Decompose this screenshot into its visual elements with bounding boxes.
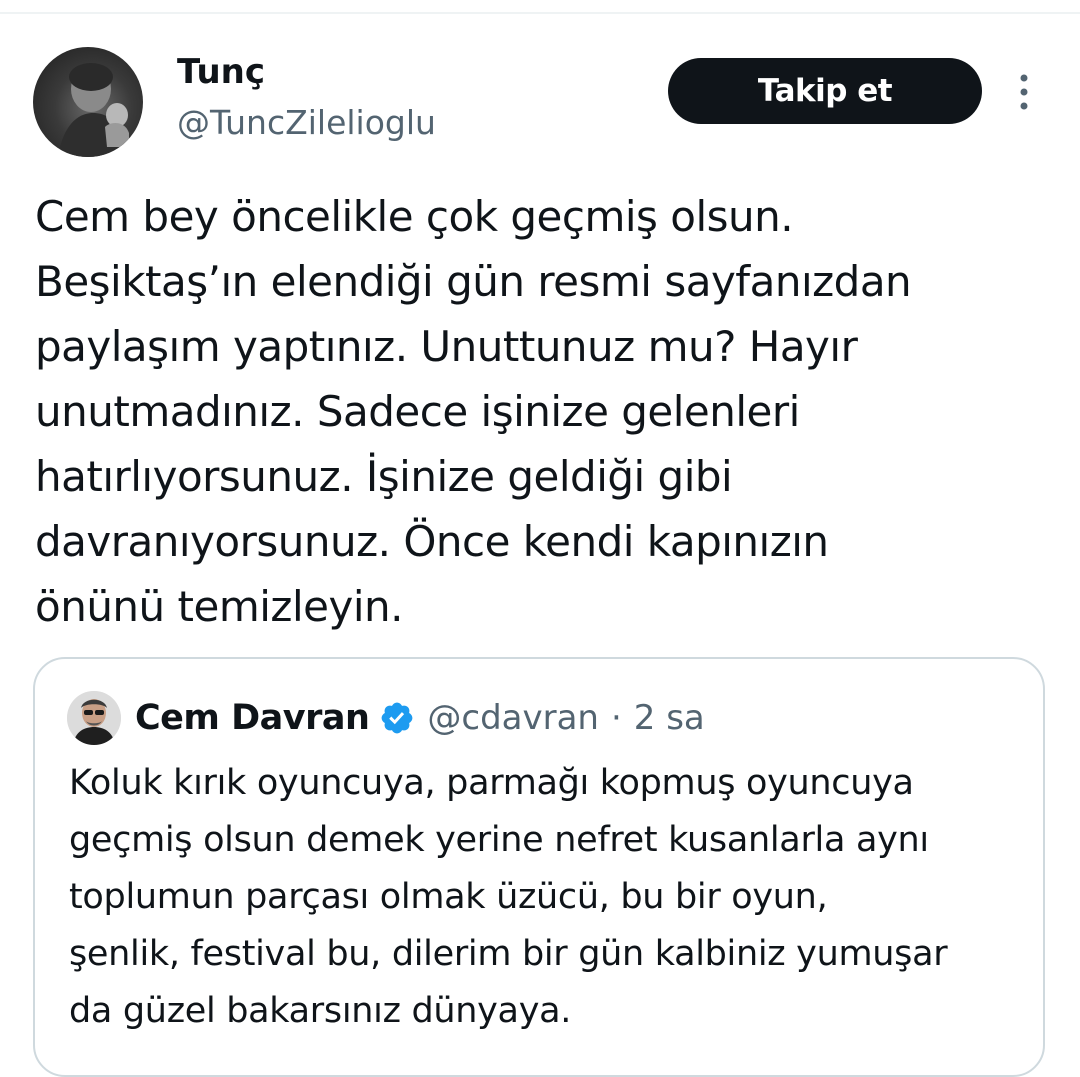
author-avatar[interactable]	[33, 47, 143, 157]
quoted-tweet-card[interactable]: Cem Davran @cdavran · 2 sa Koluk kırık o…	[33, 657, 1045, 1077]
quoted-author-name[interactable]: Cem Davran	[135, 698, 370, 738]
header-separator: ·	[610, 698, 622, 738]
quoted-tweet-time[interactable]: 2 sa	[634, 698, 705, 738]
author-handle[interactable]: @TuncZilelioglu	[177, 101, 436, 145]
verified-badge-icon	[379, 700, 415, 736]
top-divider	[0, 12, 1080, 14]
quoted-author-handle[interactable]: @cdavran	[427, 698, 599, 738]
more-vertical-icon[interactable]	[1012, 72, 1036, 112]
quoted-tweet-header: Cem Davran @cdavran · 2 sa	[135, 692, 705, 744]
quoted-author-avatar[interactable]	[67, 691, 121, 745]
tweet-text: Cem bey öncelikle çok geçmiş olsun. Beşi…	[35, 192, 912, 631]
follow-button[interactable]: Takip et	[668, 58, 982, 124]
author-display-name[interactable]: Tunç	[177, 50, 265, 94]
quoted-tweet-text: Koluk kırık oyuncuya, parmağı kopmuş oyu…	[69, 763, 948, 1031]
